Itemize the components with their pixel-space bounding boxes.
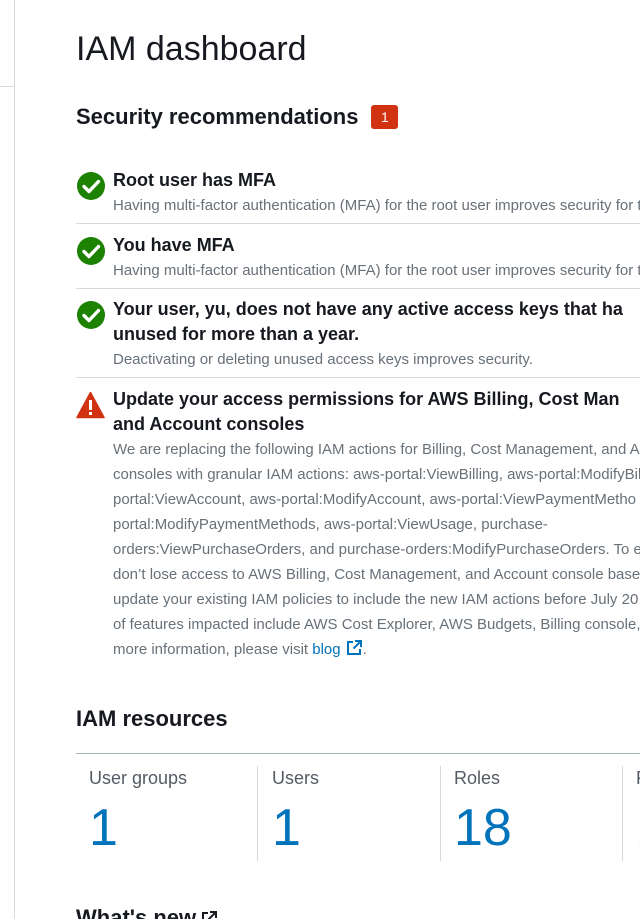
security-recommendations-title: Security recommendations	[76, 104, 359, 129]
description-text: more information, please visit	[113, 641, 313, 658]
resources-divider	[76, 753, 640, 754]
description-text: .	[362, 641, 367, 658]
warning-triangle-icon	[76, 391, 105, 419]
page-title: IAM dashboard	[76, 30, 307, 68]
security-recommendations-header: Security recommendations 1	[76, 104, 399, 130]
main-content: IAM dashboard Security recommendations 1…	[76, 0, 640, 919]
recommendation-divider	[76, 288, 640, 289]
recommendation-divider	[76, 377, 640, 378]
recommendation-title-line: unused for more than a year.	[113, 324, 360, 344]
resource-label: Roles	[454, 768, 501, 788]
recommendation-title-line: Your user, yu, does not have any active …	[113, 299, 623, 319]
recommendation-user-mfa: You have MFA Having multi-factor authent…	[76, 233, 640, 283]
recommendation-count-badge: 1	[371, 105, 399, 129]
blog-link[interactable]: blog	[312, 639, 363, 658]
recommendation-description-line: more information, please visit blog.	[113, 637, 640, 662]
rail-divider	[0, 86, 14, 87]
resource-tile-roles[interactable]: Roles 18	[441, 766, 624, 861]
recommendation-billing-permissions: Update your access permissions for AWS B…	[76, 387, 640, 662]
recommendation-description: Having multi-factor authentication (MFA)…	[113, 262, 640, 279]
recommendation-description-line: don’t lose access to AWS Billing, Cost M…	[113, 566, 640, 583]
check-circle-icon	[77, 172, 105, 200]
resource-label: Users	[272, 768, 320, 788]
blog-link-label[interactable]: blog	[312, 641, 340, 658]
recommendation-description: Deactivating or deleting unused access k…	[113, 351, 533, 368]
resource-tile-users[interactable]: Users 1	[259, 766, 442, 861]
external-link-icon[interactable]	[345, 639, 363, 657]
resource-count-link[interactable]: 1	[272, 798, 301, 858]
resource-label: User groups	[89, 768, 188, 788]
recommendation-title-line: Update your access permissions for AWS B…	[113, 389, 620, 409]
check-circle-icon	[77, 301, 105, 329]
recommendation-description-line: of features impacted include AWS Cost Ex…	[113, 616, 640, 633]
resource-count-link[interactable]: 1	[636, 798, 640, 858]
iam-resources-title: IAM resources	[76, 706, 228, 731]
resource-count-link[interactable]: 18	[454, 798, 512, 858]
resource-count-link[interactable]: 1	[89, 798, 118, 858]
recommendation-title-line: and Account consoles	[113, 414, 305, 434]
recommendation-description-line: consoles with granular IAM actions: aws-…	[113, 466, 640, 483]
recommendation-description-line: portal:ViewAccount, aws-portal:ModifyAcc…	[113, 491, 637, 508]
side-navigation-rail	[0, 0, 15, 919]
resource-label: P	[636, 768, 640, 789]
recommendation-title: Root user has MFA	[113, 170, 277, 190]
recommendation-description-line: We are replacing the following IAM actio…	[113, 441, 640, 458]
recommendation-description-line: update your existing IAM policies to inc…	[113, 591, 639, 608]
recommendation-title: You have MFA	[113, 235, 235, 255]
resource-tile-policies[interactable]: P 1	[623, 766, 640, 861]
recommendation-divider	[76, 223, 640, 224]
tile-separator	[257, 766, 258, 861]
external-link-icon[interactable]	[200, 910, 218, 919]
whats-new-title[interactable]: What's new	[76, 905, 218, 919]
check-circle-icon	[77, 237, 105, 265]
resource-tile-user-groups[interactable]: User groups 1	[76, 766, 259, 861]
whats-new-label[interactable]: What's new	[76, 905, 196, 919]
recommendation-description-line: orders:ViewPurchaseOrders, and purchase-…	[113, 541, 640, 558]
recommendation-root-mfa: Root user has MFA Having multi-factor au…	[76, 168, 640, 218]
recommendation-access-keys: Your user, yu, does not have any active …	[76, 297, 640, 372]
recommendation-description: Having multi-factor authentication (MFA)…	[113, 197, 640, 214]
recommendation-description-line: portal:ModifyPaymentMethods, aws-portal:…	[113, 516, 548, 533]
